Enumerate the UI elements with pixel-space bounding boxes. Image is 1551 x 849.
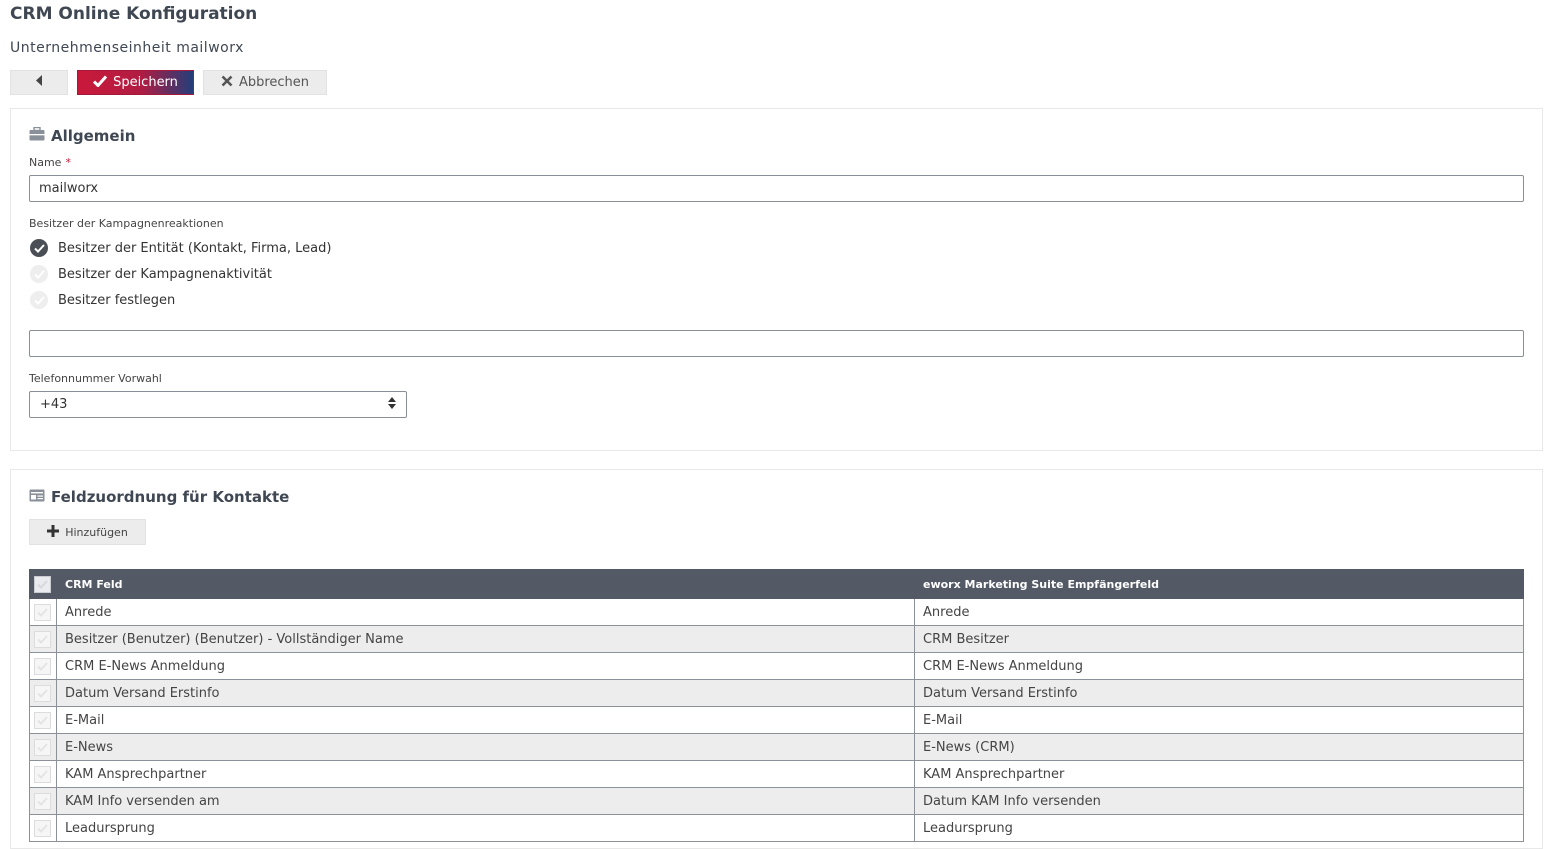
radio-checked-icon [30,239,48,257]
add-mapping-button[interactable]: Hinzufügen [29,519,146,545]
header-checkbox-cell [29,569,57,599]
row-checkbox[interactable] [34,792,51,810]
table-row[interactable]: Datum Versand Erstinfo Datum Versand Erst… [29,679,1524,707]
page-title: CRM Online Konfiguration [10,4,258,24]
owner-option-activity[interactable]: Besitzer der Kampagnenaktivität [30,265,272,283]
table-row[interactable]: E-News E-News (CRM) [29,733,1524,761]
column-header-recipient-field[interactable]: eworx Marketing Suite Empfängerfeld [914,569,1524,599]
save-button[interactable]: Speichern [77,70,194,95]
recipient-field-cell: Datum KAM Info versenden [914,787,1524,815]
crm-field-cell: E-Mail [56,706,915,734]
row-checkbox-cell [29,679,57,707]
recipient-field-cell: Datum Versand Erstinfo [914,679,1524,707]
page-subtitle: Unternehmenseinheit mailworx [10,40,244,56]
row-checkbox-cell [29,733,57,761]
name-input-value: mailworx [39,181,99,196]
id-card-icon [29,488,45,506]
mapping-table: CRM Feld eworx Marketing Suite Empfänger… [29,569,1524,842]
close-icon [221,75,233,91]
mapping-panel: Feldzuordnung für Kontakte Hinzufügen CR… [10,469,1543,849]
recipient-field-cell: Anrede [914,598,1524,626]
crm-field-cell: Leadursprung [56,814,915,842]
recipient-field-cell: E-News (CRM) [914,733,1524,761]
row-checkbox[interactable] [34,603,51,621]
mapping-title-text: Feldzuordnung für Kontakte [51,488,290,506]
recipient-field-cell: KAM Ansprechpartner [914,760,1524,788]
row-checkbox-cell [29,625,57,653]
crm-field-cell: E-News [56,733,915,761]
row-checkbox[interactable] [34,711,51,729]
row-checkbox-cell [29,706,57,734]
select-all-checkbox[interactable] [34,575,51,593]
recipient-field-cell: CRM Besitzer [914,625,1524,653]
table-row[interactable]: Besitzer (Benutzer) (Benutzer) - Vollstä… [29,625,1524,653]
caret-left-icon [35,75,43,90]
general-panel: Allgemein Name * mailworx Besitzer der Ka… [10,108,1543,451]
column-header-crm-field[interactable]: CRM Feld [56,569,915,599]
row-checkbox-cell [29,760,57,788]
row-checkbox[interactable] [34,657,51,675]
general-title-text: Allgemein [51,127,136,145]
table-row[interactable]: KAM Info versenden am Datum KAM Info vers… [29,787,1524,815]
check-icon [93,75,108,91]
name-input[interactable]: mailworx [29,175,1524,202]
table-row[interactable]: E-Mail E-Mail [29,706,1524,734]
recipient-field-cell: Leadursprung [914,814,1524,842]
crm-field-cell: KAM Ansprechpartner [56,760,915,788]
table-row[interactable]: Leadursprung Leadursprung [29,814,1524,842]
phone-prefix-value: +43 [40,397,68,412]
row-checkbox[interactable] [34,684,51,702]
briefcase-icon [29,126,45,145]
cancel-label: Abbrechen [238,75,310,90]
name-label: Name * [29,156,71,169]
table-header-row: CRM Feld eworx Marketing Suite Empfänger… [29,569,1524,599]
back-button[interactable] [10,70,68,95]
owner-input[interactable] [29,330,1524,357]
row-checkbox-cell [29,652,57,680]
owner-option-label: Besitzer der Entität (Kontakt, Firma, Le… [58,240,332,256]
general-section-title: Allgemein [29,126,136,145]
row-checkbox[interactable] [34,819,51,837]
radio-unchecked-icon [30,265,48,283]
save-label: Speichern [113,75,178,90]
plus-icon [47,524,60,540]
table-row[interactable]: KAM Ansprechpartner KAM Ansprechpartner [29,760,1524,788]
crm-field-cell: KAM Info versenden am [56,787,915,815]
phone-prefix-select[interactable]: +43 [29,391,407,418]
owner-option-custom[interactable]: Besitzer festlegen [30,291,175,309]
recipient-field-cell: E-Mail [914,706,1524,734]
row-checkbox[interactable] [34,738,51,756]
recipient-field-cell: CRM E-News Anmeldung [914,652,1524,680]
row-checkbox[interactable] [34,630,51,648]
row-checkbox-cell [29,598,57,626]
name-label-text: Name [29,156,62,169]
row-checkbox[interactable] [34,765,51,783]
table-row[interactable]: Anrede Anrede [29,598,1524,626]
phone-prefix-label: Telefonnummer Vorwahl [29,372,162,385]
mapping-section-title: Feldzuordnung für Kontakte [29,488,289,506]
sort-arrows-icon [388,396,396,413]
crm-field-cell: Anrede [56,598,915,626]
required-marker: * [65,156,71,169]
owner-option-entity[interactable]: Besitzer der Entität (Kontakt, Firma, Le… [30,239,331,257]
add-label: Hinzufügen [65,525,128,539]
owner-option-label: Besitzer festlegen [58,292,176,308]
crm-field-cell: CRM E-News Anmeldung [56,652,915,680]
owner-label: Besitzer der Kampagnenreaktionen [29,217,224,230]
crm-field-cell: Besitzer (Benutzer) (Benutzer) - Vollstä… [56,625,915,653]
radio-unchecked-icon [30,291,48,309]
owner-option-label: Besitzer der Kampagnenaktivität [58,266,272,282]
table-row[interactable]: CRM E-News Anmeldung CRM E-News Anmeldung [29,652,1524,680]
row-checkbox-cell [29,787,57,815]
crm-field-cell: Datum Versand Erstinfo [56,679,915,707]
cancel-button[interactable]: Abbrechen [203,70,327,95]
row-checkbox-cell [29,814,57,842]
